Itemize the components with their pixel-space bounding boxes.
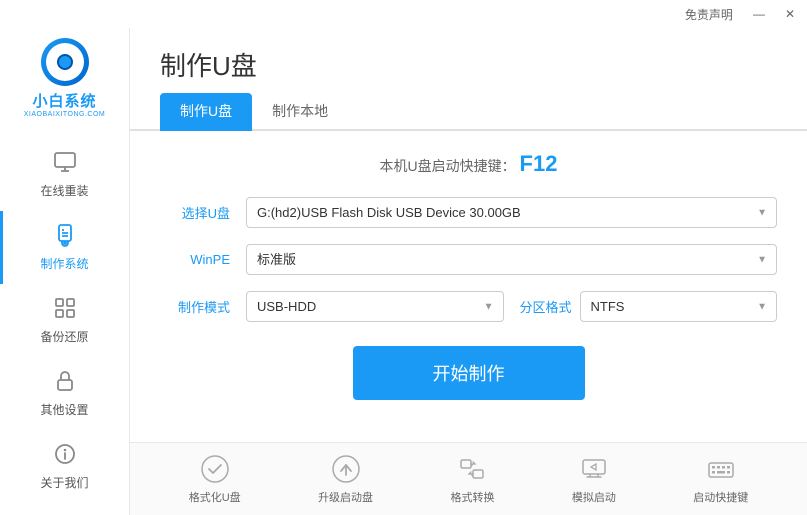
make-mode-dropdown[interactable]: USB-HDD xyxy=(246,291,504,322)
app-container: 小白系统 XIAOBAIXITONG.COM 在线重装 xyxy=(0,28,807,515)
shortcut-key: F12 xyxy=(520,151,558,176)
part-format-dropdown[interactable]: NTFS xyxy=(580,291,777,322)
convert-icon xyxy=(456,453,488,485)
logo-area: 小白系统 XIAOBAIXITONG.COM xyxy=(14,38,116,118)
logo-sub-text: XIAOBAIXITONG.COM xyxy=(24,111,106,118)
bottom-tool-upgrade-boot[interactable]: 升级启动盘 xyxy=(318,453,373,505)
winpe-control: 标准版 xyxy=(246,244,777,275)
page-title: 制作U盘 xyxy=(160,46,257,83)
winpe-label: WinPE xyxy=(160,252,230,267)
winpe-row: WinPE 标准版 xyxy=(160,244,777,275)
tab-make-local[interactable]: 制作本地 xyxy=(252,93,348,131)
part-format-item: 分区格式 NTFS xyxy=(520,291,778,322)
upload-circle-icon xyxy=(330,453,362,485)
bottom-tool-format-usb[interactable]: 格式化U盘 xyxy=(189,453,241,505)
mode-format-row: 制作模式 USB-HDD 分区格式 NTFS xyxy=(160,291,777,322)
sidebar-label-make-system: 制作系统 xyxy=(40,255,88,272)
disclaimer-link[interactable]: 免责声明 xyxy=(681,4,737,25)
select-usb-row: 选择U盘 G:(hd2)USB Flash Disk USB Device 30… xyxy=(160,197,777,228)
make-mode-label: 制作模式 xyxy=(160,297,230,316)
winpe-dropdown[interactable]: 标准版 xyxy=(246,244,777,275)
part-format-wrapper: NTFS xyxy=(580,291,777,322)
select-usb-dropdown[interactable]: G:(hd2)USB Flash Disk USB Device 30.00GB xyxy=(246,197,777,228)
sidebar-item-online-reinstall[interactable]: 在线重装 xyxy=(0,138,129,211)
minimize-button[interactable]: — xyxy=(749,5,769,23)
bottom-tool-label-format-usb: 格式化U盘 xyxy=(189,489,241,505)
checkmark-circle-icon xyxy=(199,453,231,485)
usb-icon xyxy=(53,223,77,253)
bottom-tool-format-convert[interactable]: 格式转换 xyxy=(450,453,494,505)
lock-icon xyxy=(53,369,77,399)
grid-icon xyxy=(53,296,77,326)
sidebar-label-other-settings: 其他设置 xyxy=(40,401,88,418)
shortcut-hint: 本机U盘启动快捷键： F12 xyxy=(160,151,777,177)
keyboard-icon xyxy=(705,453,737,485)
sidebar-label-backup-restore: 备份还原 xyxy=(40,328,88,345)
title-bar-actions: 免责声明 — ✕ xyxy=(681,4,799,25)
content-body: 本机U盘启动快捷键： F12 选择U盘 G:(hd2)USB Flash Dis… xyxy=(130,131,807,442)
bottom-tool-boot-shortcut[interactable]: 启动快捷键 xyxy=(693,453,748,505)
desktop-sim-icon xyxy=(578,453,610,485)
make-mode-wrapper: USB-HDD xyxy=(246,291,504,322)
sidebar-item-make-system[interactable]: 制作系统 xyxy=(0,211,129,284)
start-make-button[interactable]: 开始制作 xyxy=(353,346,585,400)
start-btn-row: 开始制作 xyxy=(160,346,777,400)
content-area: 制作U盘 制作U盘 制作本地 本机U盘启动快捷键： F12 选择U盘 G:(hd… xyxy=(130,28,807,515)
sidebar-label-online-reinstall: 在线重装 xyxy=(40,182,88,199)
monitor-icon xyxy=(53,150,77,180)
double-control: USB-HDD 分区格式 NTFS xyxy=(246,291,777,322)
sidebar-item-other-settings[interactable]: 其他设置 xyxy=(0,357,129,430)
sidebar-label-about-us: 关于我们 xyxy=(40,474,88,491)
tabs-bar: 制作U盘 制作本地 xyxy=(130,93,807,131)
bottom-toolbar: 格式化U盘 升级启动盘 xyxy=(130,442,807,515)
bottom-tool-label-simulate-boot: 模拟启动 xyxy=(572,489,616,505)
bottom-tool-label-boot-shortcut: 启动快捷键 xyxy=(693,489,748,505)
bottom-tool-label-format-convert: 格式转换 xyxy=(450,489,494,505)
close-button[interactable]: ✕ xyxy=(781,5,799,23)
info-icon xyxy=(53,442,77,472)
logo-main-text: 小白系统 xyxy=(32,90,96,111)
sidebar: 小白系统 XIAOBAIXITONG.COM 在线重装 xyxy=(0,28,130,515)
sidebar-item-backup-restore[interactable]: 备份还原 xyxy=(0,284,129,357)
select-usb-label: 选择U盘 xyxy=(160,203,230,222)
part-format-label: 分区格式 xyxy=(520,297,572,316)
tab-make-usb[interactable]: 制作U盘 xyxy=(160,93,252,131)
bottom-tool-simulate-boot[interactable]: 模拟启动 xyxy=(572,453,616,505)
logo-icon xyxy=(41,38,89,86)
active-bar xyxy=(0,211,3,284)
sidebar-item-about-us[interactable]: 关于我们 xyxy=(0,430,129,503)
content-header: 制作U盘 xyxy=(130,28,807,83)
bottom-tool-label-upgrade-boot: 升级启动盘 xyxy=(318,489,373,505)
title-bar: 免责声明 — ✕ xyxy=(0,0,807,28)
select-usb-control: G:(hd2)USB Flash Disk USB Device 30.00GB xyxy=(246,197,777,228)
